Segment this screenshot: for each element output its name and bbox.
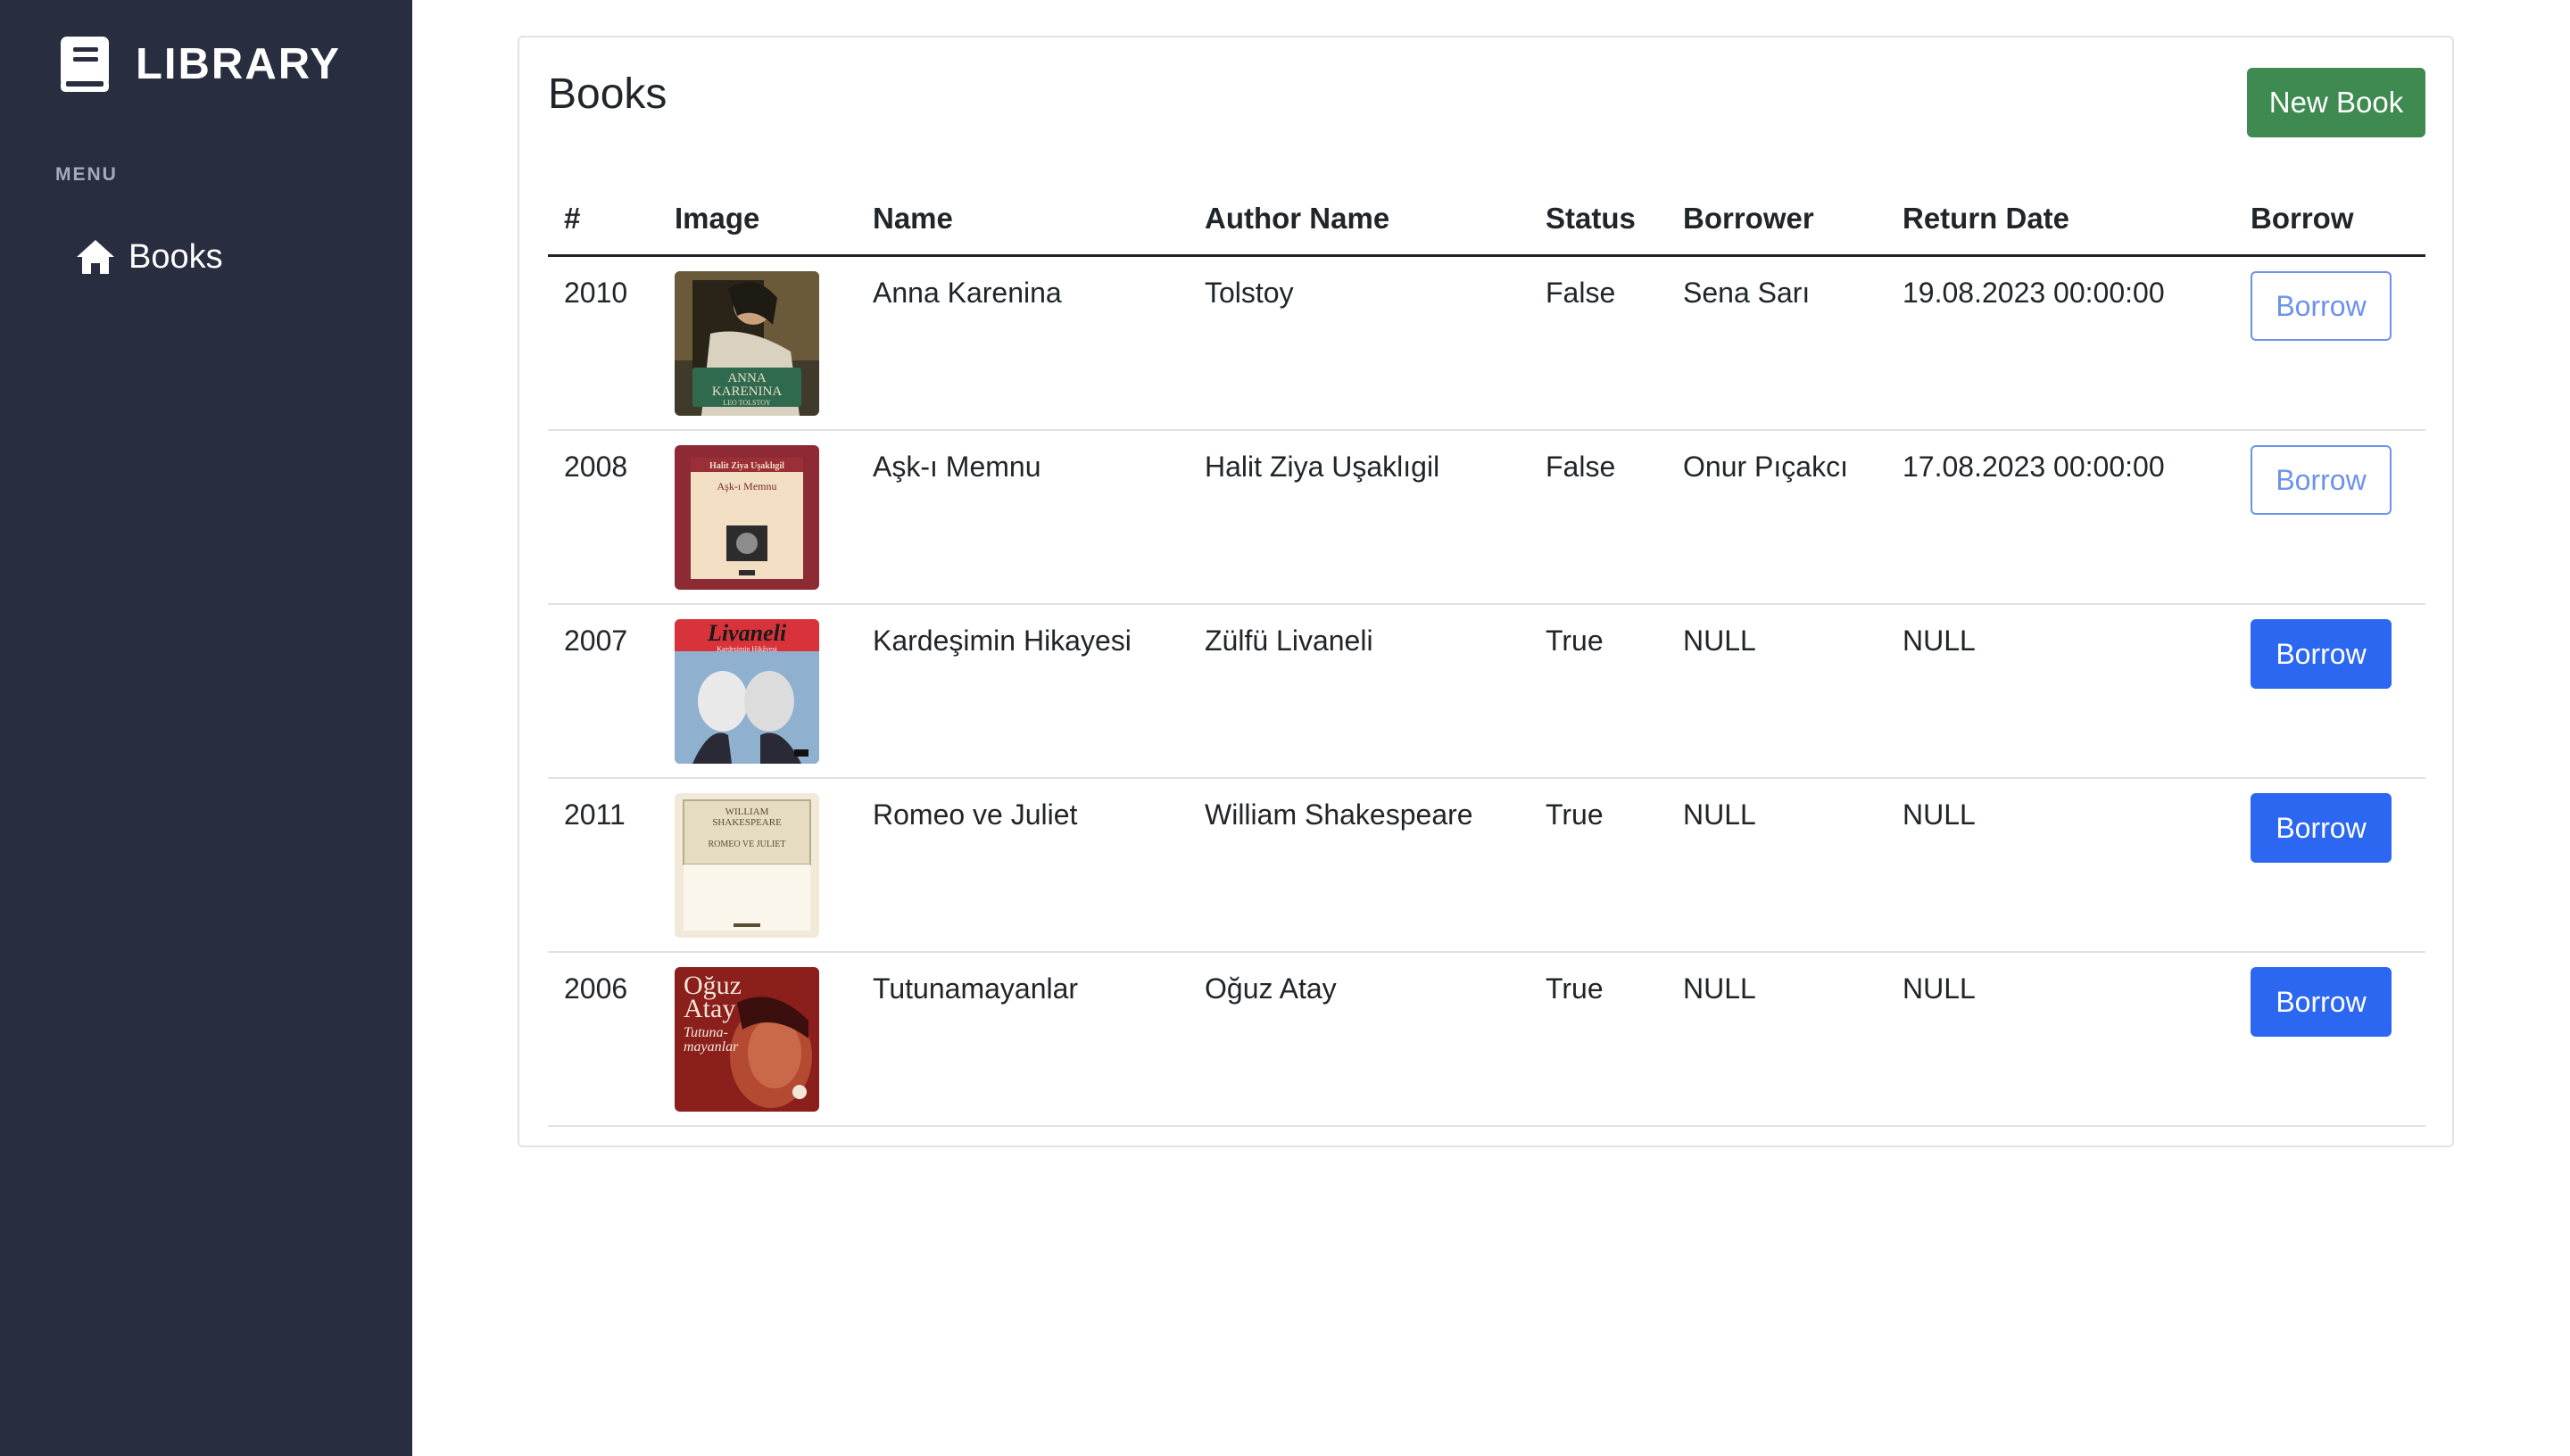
anna-karenina-cover: ANNA KARENINA LEO TOLSTOY [675,271,819,416]
column-header-return-date: Return Date [1903,202,2070,235]
book-name: Aşk-ı Memnu [873,451,1041,483]
borrower-name: NULL [1683,972,1756,1005]
svg-text:Livaneli: Livaneli [707,620,787,646]
status-value: True [1546,798,1604,831]
table-row: 2011 WILLIAM SHAKESPEARE ROMEO VE JULIET… [548,779,2425,953]
kardesimin-hikayesi-cover: Livaneli Kardeşimin Hikâyesi [675,619,819,764]
table-row: 2008 Halit Ziya Uşaklıgil Aşk-ı Memnu Aş… [548,431,2425,605]
borrow-button[interactable]: Borrow [2251,271,2392,341]
borrower-name: Onur Pıçakcı [1683,451,1848,483]
svg-text:ROMEO VE JULIET: ROMEO VE JULIET [708,840,785,849]
svg-text:KARENINA: KARENINA [712,385,782,399]
tutunamayanlar-cover: Oğuz Atay Tutuna- mayanlar [675,967,819,1112]
borrow-button[interactable]: Borrow [2251,793,2392,863]
svg-text:ANNA: ANNA [727,371,766,385]
book-id: 2010 [564,277,628,309]
book-id: 2011 [564,798,626,831]
svg-text:WILLIAM: WILLIAM [725,807,769,817]
sidebar: LIBRARY MENU Books [0,0,412,1456]
borrower-name: NULL [1683,798,1756,831]
book-name: Romeo ve Juliet [873,798,1078,831]
ask-i-memnu-cover: Halit Ziya Uşaklıgil Aşk-ı Memnu [675,445,819,590]
borrower-name: NULL [1683,625,1756,657]
column-header-borrower: Borrower [1683,202,1814,235]
status-value: True [1546,625,1604,657]
book-icon [61,37,109,92]
svg-text:LEO TOLSTOY: LEO TOLSTOY [723,399,771,407]
column-header-image: Image [675,202,760,235]
return-date: NULL [1903,625,1976,657]
table-row: 2007 Livaneli Kardeşimin Hikâyesi Kardeş… [548,605,2425,779]
table-row: 2010 ANNA KARENINA LEO TOLSTOY Anna Kare… [548,257,2425,431]
return-date: NULL [1903,798,1976,831]
book-id: 2006 [564,972,628,1005]
return-date: 17.08.2023 00:00:00 [1903,451,2165,483]
romeo-ve-juliet-cover: WILLIAM SHAKESPEARE ROMEO VE JULIET [675,793,819,938]
table-row: 2006 Oğuz Atay Tutuna- mayanlar Tutunama… [548,953,2425,1127]
column-header-id: # [564,202,581,235]
brand-title: LIBRARY [136,40,341,88]
borrow-button[interactable]: Borrow [2251,445,2392,515]
author-name: William Shakespeare [1205,798,1473,831]
column-header-status: Status [1546,202,1636,235]
sidebar-item-books[interactable]: Books [75,234,223,280]
author-name: Tolstoy [1205,277,1294,309]
column-header-author: Author Name [1205,202,1390,235]
book-name: Kardeşimin Hikayesi [873,625,1132,657]
svg-text:Atay: Atay [684,994,735,1023]
status-value: False [1546,451,1616,483]
return-date: 19.08.2023 00:00:00 [1903,277,2165,309]
status-value: False [1546,277,1616,309]
sidebar-item-label: Books [128,237,223,276]
page-title: Books [548,70,667,118]
author-name: Oğuz Atay [1205,972,1337,1005]
column-header-borrow: Borrow [2251,202,2354,235]
book-name: Anna Karenina [873,277,1062,309]
menu-heading: MENU [55,164,118,185]
status-value: True [1546,972,1604,1005]
svg-text:mayanlar: mayanlar [684,1039,739,1055]
borrow-button[interactable]: Borrow [2251,619,2392,689]
borrow-button[interactable]: Borrow [2251,967,2392,1037]
new-book-button[interactable]: New Book [2247,68,2425,137]
home-icon [77,240,114,274]
svg-text:Tutuna-: Tutuna- [684,1025,728,1040]
books-card: Books New Book # Image Name Author Name … [518,36,2454,1147]
book-name: Tutunamayanlar [873,972,1079,1005]
author-name: Zülfü Livaneli [1205,625,1373,657]
svg-text:SHAKESPEARE: SHAKESPEARE [712,817,782,828]
brand[interactable]: LIBRARY [59,34,341,95]
author-name: Halit Ziya Uşaklıgil [1205,451,1440,483]
borrower-name: Sena Sarı [1683,277,1811,309]
book-id: 2007 [564,625,628,657]
book-id: 2008 [564,451,628,483]
svg-text:Aşk-ı Memnu: Aşk-ı Memnu [717,480,777,492]
table-header: # Image Name Author Name Status Borrower… [548,157,2425,257]
svg-text:Halit Ziya Uşaklıgil: Halit Ziya Uşaklıgil [709,461,784,471]
column-header-name: Name [873,202,953,235]
return-date: NULL [1903,972,1976,1005]
books-table: # Image Name Author Name Status Borrower… [548,157,2425,1127]
